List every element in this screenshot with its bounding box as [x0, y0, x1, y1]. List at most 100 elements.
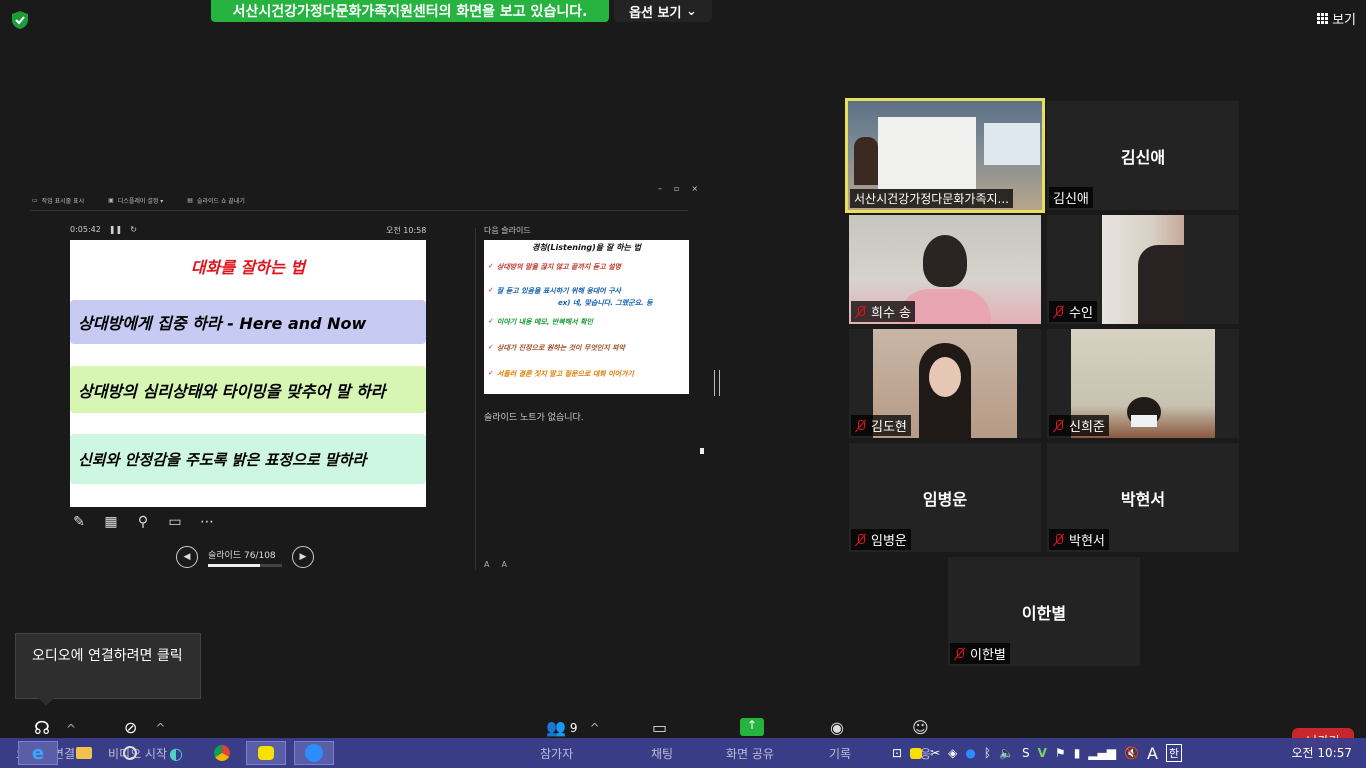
check-icon: ✓ [488, 369, 494, 377]
volume-muted-icon[interactable]: 🔇 [1124, 746, 1139, 760]
mouse-cursor [700, 448, 704, 454]
zoom-icon[interactable]: ⚲ [134, 513, 152, 531]
chevron-down-icon: ⌄ [681, 3, 697, 19]
signal-icon[interactable]: ▂▄▆ [1088, 746, 1116, 760]
ime-indicator[interactable]: 한 [1165, 744, 1183, 762]
display-settings[interactable]: ▣ 디스플레이 설정 ▾ [108, 196, 163, 205]
reactions-button[interactable]: ☺ [912, 718, 929, 737]
zoom-label-record: 기록 [829, 747, 852, 761]
flag-icon[interactable]: ⚑ [1055, 746, 1066, 760]
view-button[interactable]: 보기 [1317, 9, 1356, 28]
network-icon[interactable]: ▮ [1074, 746, 1081, 760]
slide-grid-icon[interactable]: ▦ [102, 513, 120, 531]
pen-icon[interactable]: ✎ [70, 513, 88, 531]
more-options-icon[interactable]: ⋯ [198, 513, 216, 531]
chrome-icon [214, 745, 230, 761]
minimize-button[interactable]: – [658, 184, 662, 193]
tray-tool-icon[interactable]: ✂ [930, 746, 940, 760]
participant-display-name: 이한별 [1021, 603, 1067, 623]
presenter-toolbar: ▭ 작업 표시줄 표시 ▣ 디스플레이 설정 ▾ ▤ 슬라이드 쇼 끝내기 [30, 192, 690, 208]
edge-icon: ◐ [169, 743, 183, 763]
video-off-icon: ⊘ [124, 718, 138, 737]
pause-icon[interactable]: ❚❚ [109, 225, 122, 234]
reset-icon[interactable]: ↻ [130, 225, 137, 234]
next-slide-preview: 경청(Listening)을 잘 하는 법 ✓ 상대방의 말을 끊지 않고 끝까지… [484, 240, 689, 394]
speaker-icon[interactable]: 🔈 [999, 746, 1014, 760]
restore-button[interactable]: ▫ [674, 184, 679, 193]
slide-timer: 0:05:42 ❚❚ ↻ [70, 225, 137, 234]
presenter-tools: ✎ ▦ ⚲ ▭ ⋯ [70, 513, 216, 531]
end-show-icon: ▤ [187, 196, 193, 204]
input-lang-indicator[interactable]: A [1147, 744, 1158, 763]
participants-button[interactable]: 👥 9 ^ [546, 718, 600, 737]
folder-icon [76, 747, 92, 759]
taskbar-explorer-button[interactable] [64, 741, 104, 765]
slide-notes: 슬라이드 노트가 없습니다. [484, 413, 584, 423]
presenter-clock: 오전 10:58 [386, 226, 427, 235]
screen-icon[interactable]: ▭ [166, 513, 184, 531]
participant-tile[interactable]: 희수 송 [849, 215, 1041, 324]
slide-progress-bar [208, 563, 282, 567]
chevron-up-icon[interactable]: ^ [66, 722, 76, 736]
next-slide-button[interactable]: ▶ [292, 546, 314, 568]
participant-tile[interactable]: 김도현 [849, 329, 1041, 438]
taskbar-edge-button[interactable]: ◐ [156, 741, 196, 765]
slide-item: 상대방에게 집중 하라 - Here and Now [70, 300, 426, 344]
check-icon: ✓ [488, 343, 494, 351]
grid-icon [1317, 13, 1329, 24]
next-slide-label: 다음 슬라이드 [484, 226, 531, 235]
participant-name: 수인 [1049, 301, 1097, 322]
participant-tile[interactable]: 임병운 임병운 [849, 443, 1041, 552]
share-screen-button[interactable]: ↑ [740, 718, 764, 736]
participant-tile[interactable]: 신희준 [1047, 329, 1239, 438]
headphones-icon: ☊ [34, 718, 50, 739]
taskbar-kakaotalk-button[interactable] [246, 741, 286, 765]
participant-display-name: 김신애 [1120, 147, 1166, 167]
tray-box-icon[interactable]: ◈ [948, 746, 957, 760]
end-show[interactable]: ▤ 슬라이드 쇼 끝내기 [187, 196, 245, 205]
start-video-button[interactable]: ⊘ ^ [124, 718, 165, 737]
taskbar-chrome-button[interactable] [202, 741, 242, 765]
chat-button[interactable]: ▭ [652, 718, 667, 737]
participant-tile[interactable]: 박현서 박현서 [1047, 443, 1239, 552]
participant-name: 이한별 [950, 643, 1010, 664]
join-audio-button[interactable]: ☊ ^ [34, 718, 76, 739]
taskbar-clock[interactable]: 오전 10:57 [1292, 744, 1352, 761]
current-slide: 대화를 잘하는 법 상대방에게 집중 하라 - Here and Now 상대방… [70, 240, 426, 507]
muted-mic-icon [855, 419, 867, 432]
close-button[interactable]: × [691, 184, 698, 193]
slide-navigation: ◀ 슬라이드 76/108 ▶ [176, 546, 314, 568]
notes-font-controls: A A [484, 560, 507, 569]
participant-tile[interactable]: 서산시건강가정다문화가족지... [845, 98, 1045, 213]
chat-icon: ▭ [652, 718, 668, 737]
taskbar-ie-button[interactable]: e [18, 741, 58, 765]
participant-name: 박현서 [1049, 529, 1109, 550]
next-slide-item: ✓ 상대가 진정으로 원하는 것이 무엇인지 파악 [488, 343, 625, 352]
taskbar-app-button[interactable] [110, 741, 150, 765]
participant-tile[interactable]: 수인 [1047, 215, 1239, 324]
view-options-dropdown[interactable]: 옵션 보기 ⌄ [614, 0, 712, 22]
tray-app-icon[interactable]: ⊡ [892, 746, 902, 760]
record-button[interactable]: ◉ [830, 718, 844, 737]
bluetooth-icon[interactable]: ᛒ [984, 746, 991, 760]
chevron-up-icon[interactable]: ^ [155, 721, 165, 735]
next-slide-item: ✓ 잘 듣고 있음을 표시하기 위해 응대어 구사 [488, 286, 621, 295]
tray-v-icon[interactable]: V [1038, 746, 1047, 760]
taskbar-zoom-button[interactable] [294, 741, 334, 765]
next-slide-subitem: ex) 네, 맞습니다. 그랬군요. 등 [558, 299, 653, 307]
check-icon: ✓ [488, 286, 494, 294]
splitter-handle[interactable] [714, 370, 720, 396]
tray-s-icon[interactable]: S [1022, 746, 1030, 760]
participant-tile[interactable]: 이한별 이한별 [948, 557, 1140, 666]
security-shield-icon[interactable] [10, 10, 30, 30]
increase-font-button[interactable]: A [484, 560, 489, 569]
participant-tile[interactable]: 김신애 김신애 [1047, 101, 1239, 210]
previous-slide-button[interactable]: ◀ [176, 546, 198, 568]
participant-display-name: 임병운 [922, 489, 968, 509]
decrease-font-button[interactable]: A [501, 560, 506, 569]
taskbar-toggle[interactable]: ▭ 작업 표시줄 표시 [32, 196, 84, 205]
chevron-up-icon[interactable]: ^ [590, 721, 600, 735]
audio-connect-tooltip[interactable]: 오디오에 연결하려면 클릭 [15, 633, 201, 706]
zoom-tray-icon[interactable]: ● [965, 746, 975, 760]
kakaotalk-tray-icon[interactable] [910, 747, 923, 759]
